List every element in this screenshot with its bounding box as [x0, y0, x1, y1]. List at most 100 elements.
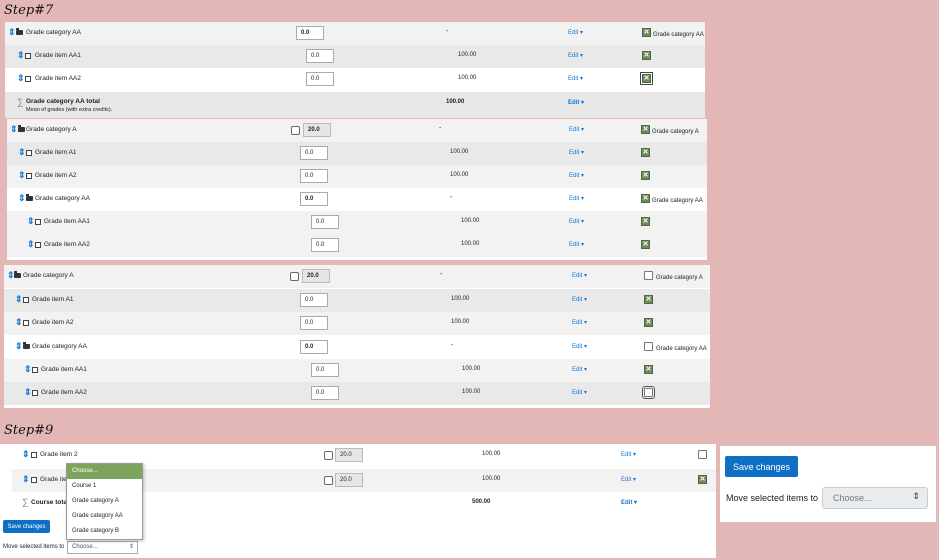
move-handle-icon[interactable]: ⇕	[24, 387, 32, 398]
select-checkbox[interactable]: ✕	[642, 51, 651, 60]
select-checkbox[interactable]: ✕	[641, 240, 650, 249]
weight-input[interactable]: 0.0	[300, 316, 328, 330]
weight-input[interactable]: 20.0	[335, 448, 363, 462]
select-checkbox[interactable]: ✕	[644, 365, 653, 374]
move-handle-icon[interactable]: ⇕	[10, 124, 18, 135]
edit-menu[interactable]: Edit ▾	[569, 218, 584, 225]
move-handle-icon[interactable]: ⇕	[27, 239, 35, 250]
weight-input[interactable]: 0.0	[300, 192, 328, 206]
category-name: Grade category AA	[26, 29, 81, 36]
document-icon	[35, 242, 41, 248]
edit-menu[interactable]: Edit ▾	[572, 272, 587, 279]
select-checkbox[interactable]: ✕	[698, 475, 707, 484]
weight-input[interactable]: 0.0	[311, 363, 339, 377]
table-row: ⇕ Grade item A2 0.0 100.00 Edit ▾ ✕	[4, 312, 710, 335]
weight-input[interactable]: 0.0	[306, 72, 334, 86]
folder-icon	[18, 125, 25, 132]
item-name: Grade item A2	[35, 172, 77, 179]
save-changes-button[interactable]: Save changes	[3, 520, 50, 533]
move-to-select[interactable]: Choose... ⇕	[822, 487, 928, 509]
edit-menu[interactable]: Edit ▾	[568, 75, 583, 82]
select-checkbox[interactable]: ✕	[644, 318, 653, 327]
move-to-select[interactable]: Choose... ⇕	[67, 541, 138, 554]
table-row: ⇕ Grade item A1 0.0 100.00 Edit ▾ ✕	[4, 289, 710, 312]
weight-input[interactable]: 0.0	[300, 340, 328, 354]
weight-input[interactable]: 0.0	[311, 386, 339, 400]
category-label: Grade category AA	[652, 198, 703, 204]
dropdown-option[interactable]: Grade category A	[67, 494, 142, 509]
move-handle-icon[interactable]: ⇕	[15, 294, 23, 305]
select-checkbox[interactable]	[644, 342, 653, 351]
weight-input[interactable]: 20.0	[303, 123, 331, 137]
select-checkbox[interactable]	[644, 271, 653, 280]
move-handle-icon[interactable]: ⇕	[8, 27, 16, 38]
edit-menu[interactable]: Edit ▾	[572, 343, 587, 350]
weight-input[interactable]: 0.0	[300, 169, 328, 183]
edit-menu[interactable]: Edit ▾	[621, 451, 636, 458]
edit-menu[interactable]: Edit ▾	[572, 389, 587, 396]
edit-menu[interactable]: Edit ▾	[569, 241, 584, 248]
move-handle-icon[interactable]: ⇕	[22, 474, 30, 485]
save-changes-button[interactable]: Save changes	[725, 456, 798, 477]
weight-input[interactable]: 0.0	[311, 215, 339, 229]
weight-input[interactable]: 20.0	[302, 269, 330, 283]
weight-override-checkbox[interactable]	[324, 476, 333, 485]
edit-label: Edit	[621, 500, 633, 506]
edit-menu[interactable]: Edit ▾	[568, 52, 583, 59]
item-name: Grade item AA1	[41, 366, 87, 373]
move-handle-icon[interactable]: ⇕	[18, 170, 26, 181]
weight-input[interactable]: 0.0	[300, 146, 328, 160]
weight-override-checkbox[interactable]	[291, 126, 300, 135]
weight-input[interactable]: 0.0	[300, 293, 328, 307]
move-handle-icon[interactable]: ⇕	[22, 449, 30, 460]
select-checkbox[interactable]: ✕	[644, 295, 653, 304]
weight-override-checkbox[interactable]	[324, 451, 333, 460]
edit-menu[interactable]: Edit ▾	[569, 149, 584, 156]
weight-input[interactable]: 0.0	[306, 49, 334, 63]
select-checkbox[interactable]: ✕	[641, 217, 650, 226]
item-name: Grade item AA1	[44, 218, 90, 225]
weight-input[interactable]: 0.0	[296, 26, 324, 40]
move-handle-icon[interactable]: ⇕	[27, 216, 35, 227]
edit-menu[interactable]: Edit ▾	[572, 296, 587, 303]
edit-menu[interactable]: Edit ▾	[572, 366, 587, 373]
select-checkbox[interactable]	[698, 450, 707, 459]
edit-menu[interactable]: Edit ▾	[568, 99, 584, 106]
move-handle-icon[interactable]: ⇕	[18, 147, 26, 158]
select-checkbox[interactable]: ✕	[641, 148, 650, 157]
move-to-dropdown: Choose... Course 1 Grade category A Grad…	[66, 463, 143, 540]
dropdown-option[interactable]: Grade category B	[67, 524, 142, 539]
move-handle-icon[interactable]: ⇕	[17, 50, 25, 61]
document-icon	[26, 150, 32, 156]
edit-menu[interactable]: Edit ▾	[621, 476, 636, 483]
dropdown-option[interactable]: Choose...	[67, 464, 142, 479]
dropdown-option[interactable]: Course 1	[67, 479, 142, 494]
select-checkbox[interactable]: ✕	[641, 171, 650, 180]
move-handle-icon[interactable]: ⇕	[15, 341, 23, 352]
folder-icon	[26, 194, 33, 201]
edit-menu[interactable]: Edit ▾	[621, 499, 637, 506]
step9-label: Step#9	[4, 423, 54, 438]
edit-menu[interactable]: Edit ▾	[572, 319, 587, 326]
select-checkbox[interactable]: ✕	[641, 125, 650, 134]
select-checkbox[interactable]: ✕	[642, 28, 651, 37]
move-handle-icon[interactable]: ⇕	[18, 193, 26, 204]
edit-menu[interactable]: Edit ▾	[568, 29, 583, 36]
move-handle-icon[interactable]: ⇕	[24, 364, 32, 375]
max-grade: 100.00	[451, 319, 470, 325]
move-handle-icon[interactable]: ⇕	[17, 73, 25, 84]
category-name: Grade category A	[23, 272, 74, 279]
move-handle-icon[interactable]: ⇕	[15, 317, 23, 328]
dropdown-option[interactable]: Grade category AA	[67, 509, 142, 524]
edit-menu[interactable]: Edit ▾	[569, 195, 584, 202]
select-checkbox[interactable]: ✕	[640, 72, 653, 85]
edit-menu[interactable]: Edit ▾	[569, 126, 584, 133]
select-checkbox[interactable]	[642, 386, 655, 399]
weight-input[interactable]: 20.0	[335, 473, 363, 487]
weight-override-checkbox[interactable]	[290, 272, 299, 281]
select-checkbox[interactable]: ✕	[641, 194, 650, 203]
table-row: ⇕ Grade category AA 0.0 - Edit ▾ Grade c…	[4, 336, 710, 359]
edit-menu[interactable]: Edit ▾	[569, 172, 584, 179]
edit-label: Edit	[572, 273, 583, 279]
weight-input[interactable]: 0.0	[311, 238, 339, 252]
